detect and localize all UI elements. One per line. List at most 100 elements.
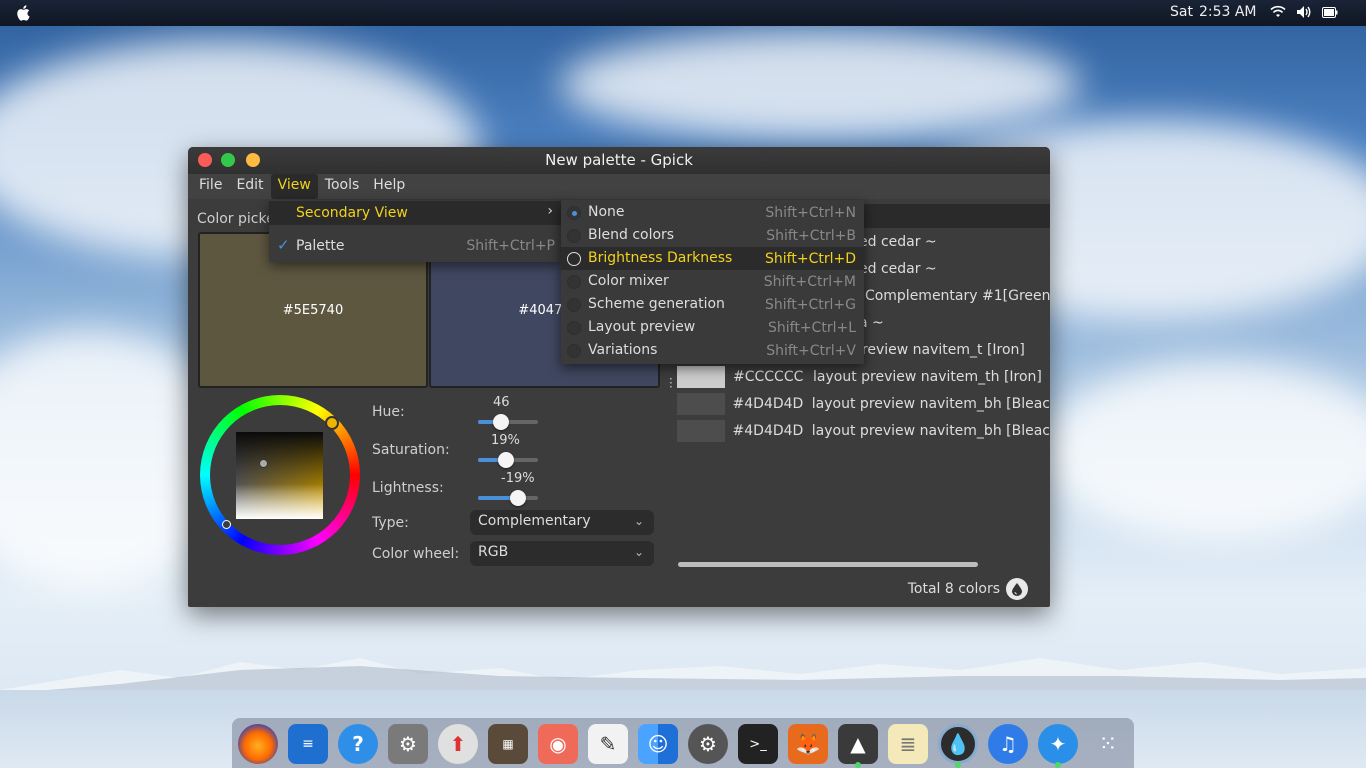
terminal-icon[interactable]: >_ [738, 724, 778, 764]
square-handle[interactable] [259, 459, 268, 468]
status-bar: Total 8 colors [908, 578, 1028, 600]
menu-item-variations[interactable]: Variations Shift+Ctrl+V [561, 339, 864, 362]
menu-tools[interactable]: Tools [318, 174, 367, 199]
writer-icon[interactable]: ≡ [288, 724, 328, 764]
horizontal-scrollbar[interactable] [678, 562, 978, 567]
lightness-label: Lightness: [372, 480, 444, 496]
color-wheel-label: Color wheel: [372, 546, 460, 562]
saturation-label: Saturation: [372, 442, 450, 458]
apps-grid-icon[interactable]: ⁙ [1088, 724, 1128, 764]
menu-item-label: Scheme generation [588, 296, 725, 312]
finder-icon[interactable]: ☺ [638, 724, 678, 764]
gimp2-icon[interactable]: 🦊 [788, 724, 828, 764]
menu-item-label: None [588, 204, 625, 220]
menu-item-shortcut: Shift+Ctrl+B [766, 228, 856, 244]
radio-icon [567, 275, 581, 289]
radio-icon [567, 206, 581, 220]
menu-item-label: Palette [296, 238, 345, 254]
menu-help[interactable]: Help [366, 174, 412, 199]
menu-item-shortcut: Shift+Ctrl+L [768, 320, 856, 336]
battery-icon[interactable] [1322, 7, 1338, 18]
notes-icon[interactable]: ≣ [888, 724, 928, 764]
radio-icon [567, 298, 581, 312]
safari-icon[interactable]: ✦ [1038, 724, 1078, 764]
apple-icon[interactable] [14, 3, 34, 23]
palette-hex: #4D4D4D [732, 423, 804, 439]
list-item[interactable]: #CCCCCC layout preview navitem_th [Iron] [677, 365, 1050, 389]
radio-icon [567, 229, 581, 243]
menu-bar: File Edit View Tools Help [188, 174, 1050, 199]
preferences-icon[interactable]: ⚙ [688, 724, 728, 764]
menu-item-shortcut: Shift+Ctrl+M [763, 274, 856, 290]
menu-item-secondary-view[interactable]: Secondary View › [269, 201, 563, 225]
hue-value: 46 [493, 395, 510, 410]
palette-swatch [677, 420, 725, 442]
volume-icon[interactable] [1296, 5, 1312, 19]
clock[interactable]: Sat 2:53 AM [1170, 4, 1263, 20]
update-icon[interactable]: ⬆ [438, 724, 478, 764]
gimp-icon[interactable]: ✎ [588, 724, 628, 764]
lightness-slider[interactable] [478, 490, 538, 506]
clock-time: 2:53 AM [1198, 4, 1257, 20]
gpick-drop-icon[interactable] [1006, 578, 1028, 600]
saturation-lightness-square[interactable] [236, 432, 323, 519]
palette-swatch [677, 366, 725, 388]
hue-slider[interactable] [478, 414, 538, 430]
color-wheel-value: RGB [478, 544, 509, 560]
swatch-hex: #5E5740 [282, 302, 344, 318]
list-item[interactable]: #4D4D4D layout preview navitem_bh [Bleac [677, 392, 1050, 416]
color-wheel-select[interactable]: RGB ⌄ [470, 541, 654, 566]
running-indicator [855, 762, 861, 768]
secondary-view-submenu: None Shift+Ctrl+N Blend colors Shift+Ctr… [561, 200, 864, 364]
music-icon[interactable]: ♫ [988, 724, 1028, 764]
help-icon[interactable]: ? [338, 724, 378, 764]
palette-header [861, 204, 1050, 228]
clock-day: Sat [1170, 4, 1193, 20]
running-indicator [955, 762, 961, 768]
menu-item-shortcut: Shift+Ctrl+G [764, 297, 856, 313]
chevron-down-icon: ⌄ [633, 514, 644, 528]
checkmark-icon: ✓ [277, 236, 290, 254]
menu-item-scheme-generation[interactable]: Scheme generation Shift+Ctrl+G [561, 293, 864, 316]
gpick-icon[interactable]: 💧 [938, 724, 978, 764]
menu-file[interactable]: File [192, 174, 229, 199]
type-select[interactable]: Complementary ⌄ [470, 510, 654, 535]
palette-name: ed cedar ~ [859, 261, 937, 277]
menu-edit[interactable]: Edit [229, 174, 270, 199]
menu-item-label: Brightness Darkness [588, 250, 733, 266]
menu-item-palette[interactable]: ✓ Palette Shift+Ctrl+P [269, 234, 563, 258]
settings-icon[interactable]: ⚙ [388, 724, 428, 764]
wifi-icon[interactable] [1270, 5, 1286, 19]
wheel-hue-handle[interactable] [325, 416, 339, 430]
menu-item-none[interactable]: None Shift+Ctrl+N [561, 201, 864, 224]
palette-hex: #CCCCCC [733, 369, 804, 385]
list-item[interactable]: #4D4D4D layout preview navitem_bh [Bleac [677, 419, 1050, 443]
radio-icon [567, 344, 581, 358]
menu-item-color-mixer[interactable]: Color mixer Shift+Ctrl+M [561, 270, 864, 293]
menu-item-shortcut: Shift+Ctrl+N [765, 205, 856, 221]
firefox-icon[interactable] [238, 724, 278, 764]
pane-separator-handle[interactable]: · · · [669, 373, 673, 393]
saturation-slider[interactable] [478, 452, 538, 468]
inkscape-icon[interactable]: ▲ [838, 724, 878, 764]
menu-item-label: Variations [588, 342, 658, 358]
palette-name: t Complementary #1[Green [855, 288, 1050, 304]
section-label: Color picker [197, 211, 281, 227]
palette-name: layout preview navitem_th [Iron] [813, 369, 1042, 385]
screenshot-icon[interactable]: ◉ [538, 724, 578, 764]
lightness-value: -19% [501, 471, 535, 486]
total-colors: Total 8 colors [907, 581, 1000, 597]
menu-view[interactable]: View [270, 174, 318, 199]
chevron-right-icon: › [547, 203, 553, 219]
title-bar[interactable]: New palette - Gpick [188, 147, 1050, 174]
menu-item-layout-preview[interactable]: Layout preview Shift+Ctrl+L [561, 316, 864, 339]
wheel-secondary-handle[interactable] [222, 520, 231, 529]
palette-name: layout preview navitem_bh [Bleac [811, 423, 1050, 439]
menu-item-blend-colors[interactable]: Blend colors Shift+Ctrl+B [561, 224, 864, 247]
palette-swatch [677, 393, 725, 415]
menu-item-brightness-darkness[interactable]: Brightness Darkness Shift+Ctrl+D [561, 247, 864, 270]
window-title: New palette - Gpick [545, 151, 693, 169]
calculator-icon[interactable]: ▦ [488, 724, 528, 764]
saturation-value: 19% [491, 433, 520, 448]
running-indicator [1055, 762, 1061, 768]
